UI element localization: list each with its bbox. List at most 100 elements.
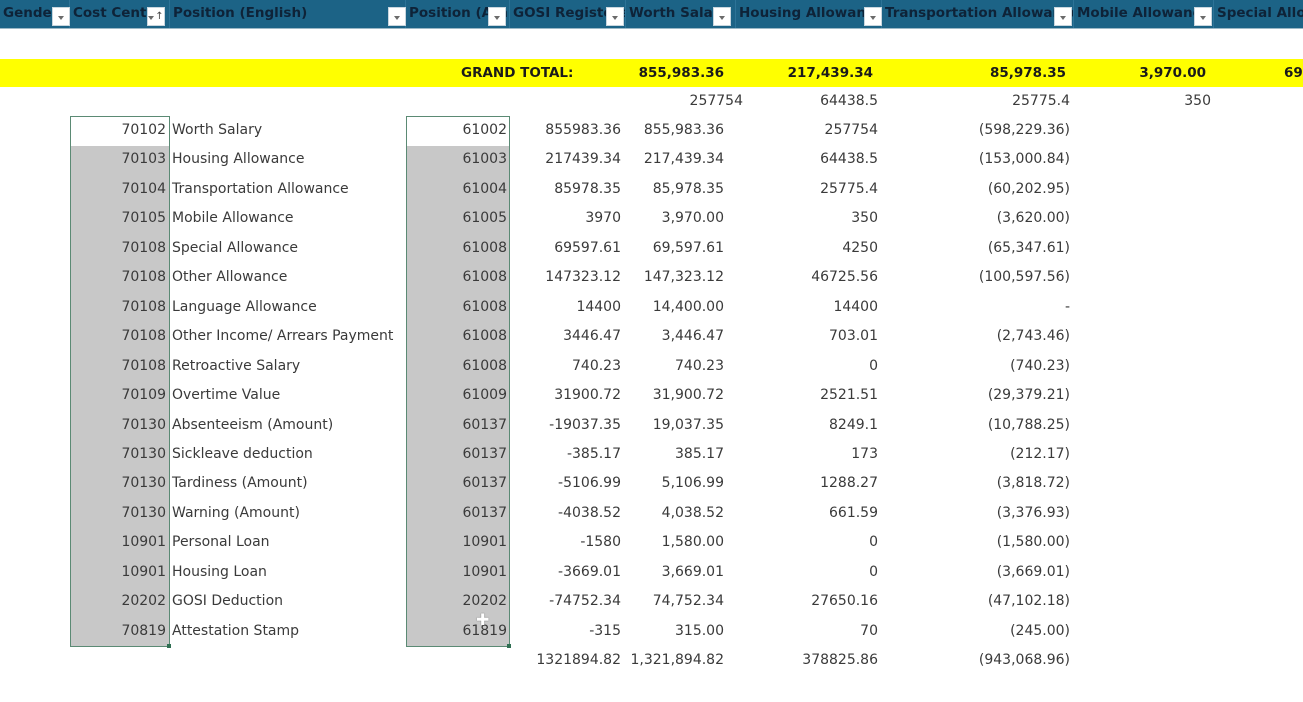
account-code-cell[interactable]: 61819 xyxy=(406,621,507,641)
account-code-cell[interactable]: 20202 xyxy=(406,591,507,611)
item-name-cell[interactable]: Mobile Allowance xyxy=(172,208,402,228)
formatted-amount-cell[interactable]: 3,970.00 xyxy=(620,208,724,228)
raw-amount-cell[interactable]: -4038.52 xyxy=(520,503,621,523)
cost-code-cell[interactable]: 70130 xyxy=(70,473,166,493)
account-code-cell[interactable]: 61008 xyxy=(406,356,507,376)
cost-code-cell[interactable]: 70819 xyxy=(70,621,166,641)
gosi-amount-cell[interactable]: 25775.4 xyxy=(740,179,878,199)
formatted-amount-cell[interactable]: 31,900.72 xyxy=(620,385,724,405)
gosi-amount-cell[interactable]: 173 xyxy=(740,444,878,464)
raw-amount-cell[interactable]: -3669.01 xyxy=(520,562,621,582)
gosi-amount-cell[interactable]: 2521.51 xyxy=(740,385,878,405)
gosi-amount-cell[interactable]: 257754 xyxy=(740,120,878,140)
gosi-amount-cell[interactable]: 0 xyxy=(740,532,878,552)
account-code-cell[interactable]: 10901 xyxy=(406,532,507,552)
item-name-cell[interactable]: Retroactive Salary xyxy=(172,356,402,376)
formatted-amount-cell[interactable]: 740.23 xyxy=(620,356,724,376)
difference-cell[interactable]: (212.17) xyxy=(900,444,1070,464)
cost-code-cell[interactable]: 70108 xyxy=(70,326,166,346)
gosi-amount-cell[interactable]: 8249.1 xyxy=(740,415,878,435)
difference-cell[interactable]: (245.00) xyxy=(900,621,1070,641)
account-code-cell[interactable]: 10901 xyxy=(406,562,507,582)
raw-amount-cell[interactable]: -19037.35 xyxy=(520,415,621,435)
gosi-amount-cell[interactable]: 64438.5 xyxy=(740,149,878,169)
account-code-cell[interactable]: 61008 xyxy=(406,238,507,258)
raw-amount-cell[interactable]: 3970 xyxy=(520,208,621,228)
formatted-amount-cell[interactable]: 74,752.34 xyxy=(620,591,724,611)
formatted-amount-cell[interactable]: 85,978.35 xyxy=(620,179,724,199)
account-code-cell[interactable]: 61005 xyxy=(406,208,507,228)
subtotal-transportation-allowance[interactable]: 25775.4 xyxy=(900,91,1070,111)
item-name-cell[interactable]: GOSI Deduction xyxy=(172,591,402,611)
gosi-amount-cell[interactable]: 0 xyxy=(740,356,878,376)
column-header[interactable]: Special Allowance xyxy=(1214,0,1303,28)
difference-cell[interactable]: (3,376.93) xyxy=(900,503,1070,523)
difference-cell[interactable]: - xyxy=(900,297,1070,317)
filter-dropdown-button[interactable] xyxy=(606,7,624,26)
cost-code-cell[interactable]: 70130 xyxy=(70,444,166,464)
raw-amount-cell[interactable]: 217439.34 xyxy=(520,149,621,169)
item-name-cell[interactable]: Special Allowance xyxy=(172,238,402,258)
cost-code-cell[interactable]: 70105 xyxy=(70,208,166,228)
raw-amount-cell[interactable]: 69597.61 xyxy=(520,238,621,258)
difference-cell[interactable]: (29,379.21) xyxy=(900,385,1070,405)
account-code-cell[interactable]: 61008 xyxy=(406,267,507,287)
cost-code-cell[interactable]: 70108 xyxy=(70,267,166,287)
item-name-cell[interactable]: Warning (Amount) xyxy=(172,503,402,523)
account-code-cell[interactable]: 61002 xyxy=(406,120,507,140)
gosi-amount-cell[interactable]: 14400 xyxy=(740,297,878,317)
account-code-cell[interactable]: 60137 xyxy=(406,473,507,493)
item-name-cell[interactable]: Tardiness (Amount) xyxy=(172,473,402,493)
column-header[interactable]: Mobile Allowance xyxy=(1074,0,1214,28)
item-name-cell[interactable]: Transportation Allowance xyxy=(172,179,402,199)
fill-handle[interactable] xyxy=(507,644,511,648)
raw-amount-cell[interactable]: -1580 xyxy=(520,532,621,552)
filter-dropdown-button[interactable] xyxy=(713,7,731,26)
difference-cell[interactable]: (100,597.56) xyxy=(900,267,1070,287)
filter-dropdown-button[interactable] xyxy=(864,7,882,26)
filter-dropdown-button[interactable] xyxy=(1194,7,1212,26)
item-name-cell[interactable]: Language Allowance xyxy=(172,297,402,317)
cost-code-cell[interactable]: 10901 xyxy=(70,562,166,582)
total-raw[interactable]: 1321894.82 xyxy=(520,650,621,670)
difference-cell[interactable]: (47,102.18) xyxy=(900,591,1070,611)
raw-amount-cell[interactable]: 740.23 xyxy=(520,356,621,376)
column-header[interactable]: Position (English) xyxy=(170,0,406,28)
item-name-cell[interactable]: Other Allowance xyxy=(172,267,402,287)
total-gosi[interactable]: 378825.86 xyxy=(740,650,878,670)
cost-code-cell[interactable]: 70104 xyxy=(70,179,166,199)
cost-code-cell[interactable]: 70108 xyxy=(70,238,166,258)
item-name-cell[interactable]: Attestation Stamp xyxy=(172,621,402,641)
formatted-amount-cell[interactable]: 5,106.99 xyxy=(620,473,724,493)
column-header[interactable]: Transportation Allowance xyxy=(882,0,1074,28)
sort-filter-button[interactable]: ↑ xyxy=(147,7,165,26)
fill-handle[interactable] xyxy=(167,644,171,648)
cost-code-cell[interactable]: 70130 xyxy=(70,503,166,523)
item-name-cell[interactable]: Sickleave deduction xyxy=(172,444,402,464)
subtotal-housing-allowance[interactable]: 64438.5 xyxy=(740,91,878,111)
gosi-amount-cell[interactable]: 46725.56 xyxy=(740,267,878,287)
cost-code-cell[interactable]: 70108 xyxy=(70,297,166,317)
difference-cell[interactable]: (65,347.61) xyxy=(900,238,1070,258)
account-code-cell[interactable]: 60137 xyxy=(406,415,507,435)
gosi-amount-cell[interactable]: 350 xyxy=(740,208,878,228)
formatted-amount-cell[interactable]: 14,400.00 xyxy=(620,297,724,317)
cost-code-cell[interactable]: 70108 xyxy=(70,356,166,376)
formatted-amount-cell[interactable]: 3,446.47 xyxy=(620,326,724,346)
formatted-amount-cell[interactable]: 69,597.61 xyxy=(620,238,724,258)
cost-code-cell[interactable]: 20202 xyxy=(70,591,166,611)
item-name-cell[interactable]: Housing Allowance xyxy=(172,149,402,169)
difference-cell[interactable]: (153,000.84) xyxy=(900,149,1070,169)
gosi-amount-cell[interactable]: 4250 xyxy=(740,238,878,258)
raw-amount-cell[interactable]: 855983.36 xyxy=(520,120,621,140)
raw-amount-cell[interactable]: 14400 xyxy=(520,297,621,317)
difference-cell[interactable]: (1,580.00) xyxy=(900,532,1070,552)
gosi-amount-cell[interactable]: 1288.27 xyxy=(740,473,878,493)
gosi-amount-cell[interactable]: 27650.16 xyxy=(740,591,878,611)
raw-amount-cell[interactable]: -74752.34 xyxy=(520,591,621,611)
raw-amount-cell[interactable]: -315 xyxy=(520,621,621,641)
account-code-cell[interactable]: 61004 xyxy=(406,179,507,199)
account-code-cell[interactable]: 60137 xyxy=(406,503,507,523)
raw-amount-cell[interactable]: 147323.12 xyxy=(520,267,621,287)
formatted-amount-cell[interactable]: 385.17 xyxy=(620,444,724,464)
